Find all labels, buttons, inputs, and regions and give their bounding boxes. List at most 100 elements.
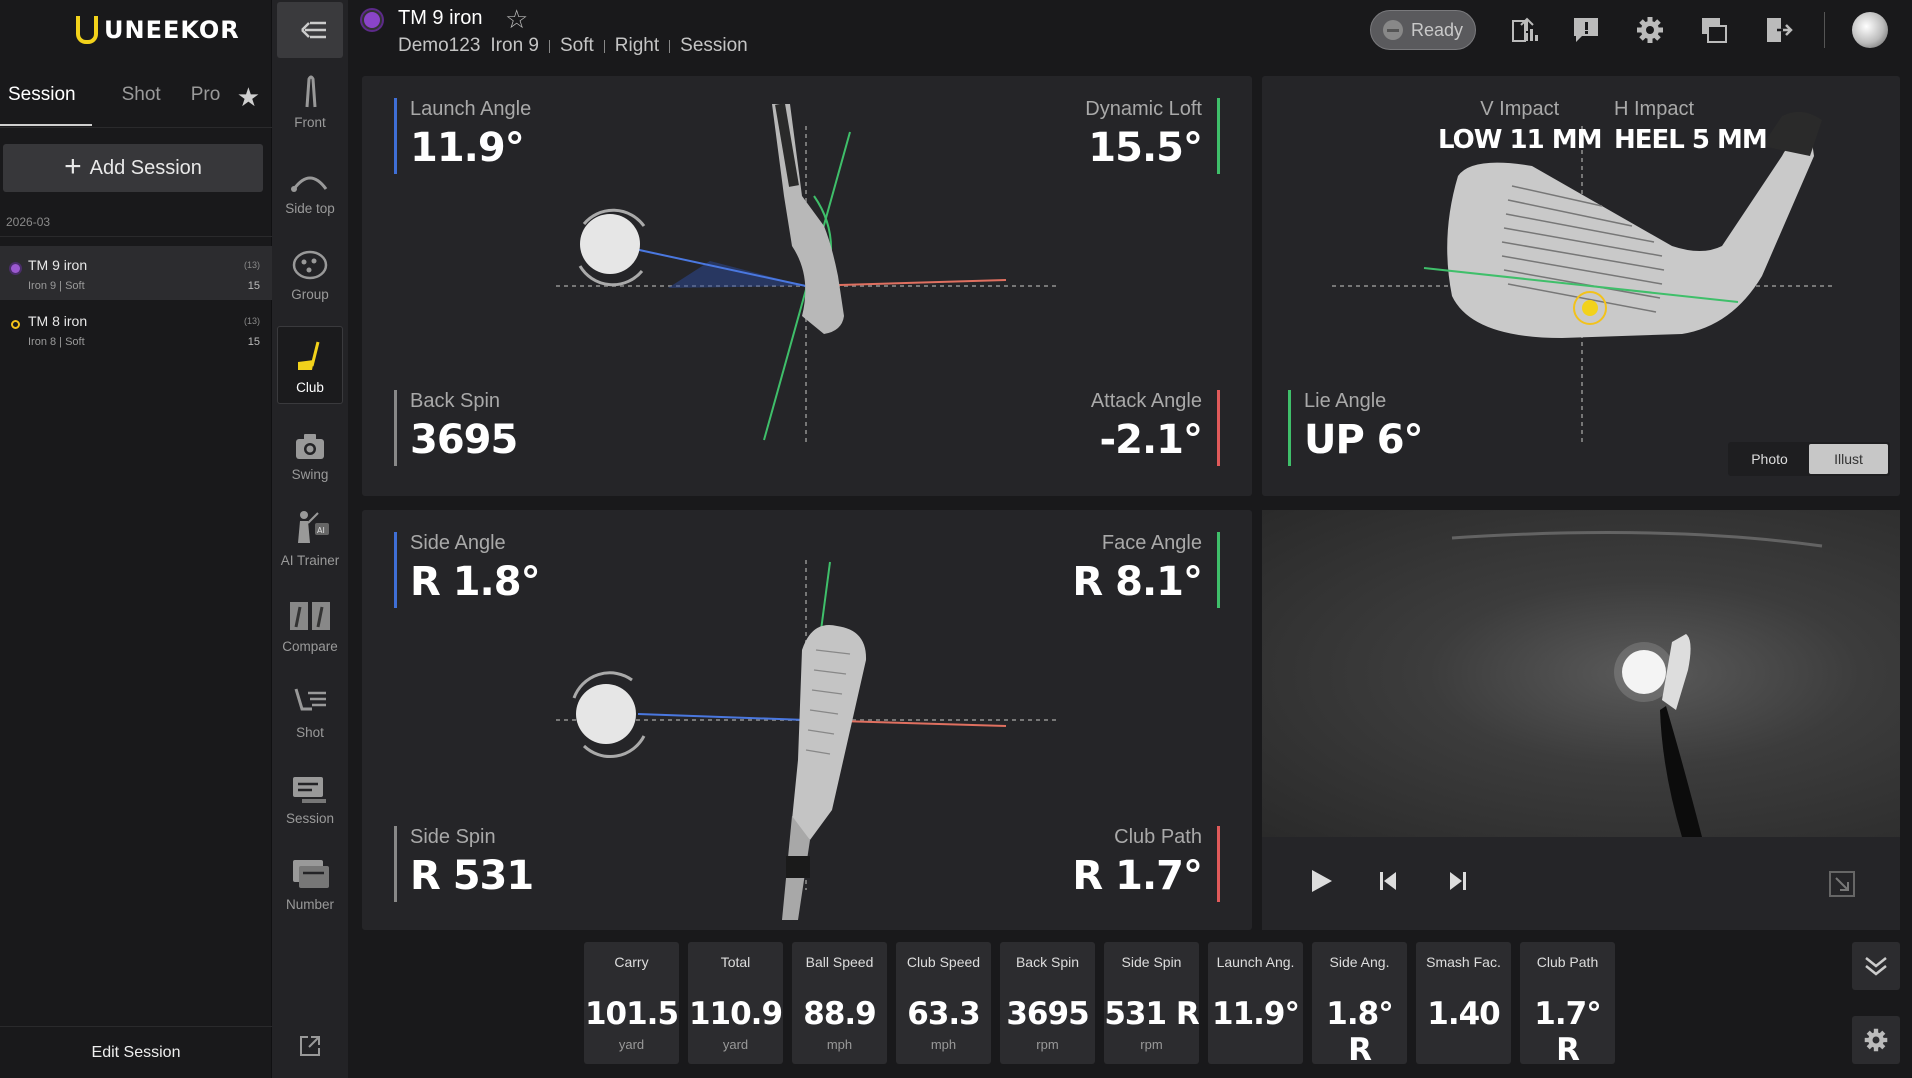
favorite-star-icon[interactable]: ☆ [505,4,528,35]
side-spin-value: R 531 [410,853,534,899]
session-detail: Iron 8 | Soft [28,336,85,348]
rail-swing[interactable]: Swing [277,412,343,490]
stat-club-path: Club Path 1.7° R [1520,942,1615,1068]
rail-club[interactable]: Club [277,326,343,404]
v-impact-metric: V Impact LOW 11 MM [1438,98,1602,155]
session-dot-icon [11,320,20,329]
shot-stats-bar: Carry 101.5 yard Total 110.9 yard Ball Speed… [584,942,1615,1068]
stat-unit: yard [618,1037,645,1052]
shot-breadcrumb: Demo123 Iron 9 Soft Right Session [398,35,748,57]
favorites-star-icon[interactable]: ★ [237,82,260,113]
previous-frame-button[interactable] [1378,868,1400,899]
rail-ai-trainer[interactable]: AI AI Trainer [277,498,343,576]
attack-angle-metric: Attack Angle -2.1° [1091,390,1203,463]
session-shot-count: 15 [247,336,260,348]
rail-group[interactable]: Group [277,232,343,310]
edit-session-button[interactable]: Edit Session [0,1026,272,1078]
ball-type: Soft [559,35,594,56]
h-impact-value: HEEL 5 MM [1614,125,1768,155]
rail-label: Session [285,811,335,826]
launch-angle-bar [394,98,397,174]
rail-side-top[interactable]: Side top [277,146,343,224]
club-side-view-panel: Launch Angle 11.9° Dynamic Loft 15.5° Ba… [362,76,1252,496]
tab-pro[interactable]: Pro [191,80,221,126]
stat-smash-factor: Smash Fac. 1.40 [1416,942,1511,1064]
club-name: Iron 9 [490,35,539,56]
stat-label: Launch Ang. [1216,954,1295,970]
rail-shot[interactable]: Shot [277,670,343,748]
feedback-button[interactable] [1570,14,1602,46]
rail-number[interactable]: Number [277,842,343,920]
stat-value: 1.7° R [1534,996,1601,1068]
side-angle-value: R 1.8° [410,559,541,605]
photo-view-button[interactable]: Photo [1730,444,1809,474]
side-spin-metric: Side Spin R 531 [410,826,534,899]
session-item[interactable]: TM 8 iron Iron 8 | Soft (13) 15 [0,302,272,356]
stat-carry: Carry 101.5 yard [584,942,679,1064]
brand-name: UNEEKOR [104,16,240,44]
stat-value: 110.9 [688,996,783,1032]
gear-icon [1637,17,1663,43]
collapse-panel-button[interactable] [277,2,343,58]
rail-session[interactable]: Session [277,756,343,834]
stat-value: 11.9° [1212,996,1300,1032]
report-icon [1512,17,1538,42]
impact-view-panel: V Impact LOW 11 MM H Impact HEEL 5 MM Li… [1262,76,1900,496]
illust-view-button[interactable]: Illust [1809,444,1888,474]
next-frame-button[interactable] [1446,868,1468,899]
stat-label: Side Spin [1121,954,1182,970]
dynamic-loft-bar [1217,98,1220,174]
stat-total: Total 110.9 yard [688,942,783,1064]
session-date: 2026-03 [6,215,51,229]
expand-icon [1829,871,1855,897]
session-panel: UNEEKOR Session Shot Pro ★ + Add Session… [0,0,272,1078]
session-item[interactable]: TM 9 iron Iron 9 | Soft (13) 15 [0,246,272,300]
tab-session[interactable]: Session [0,80,92,126]
session-dot-icon [11,264,20,273]
club-top-view-panel: Side Angle R 1.8° Face Angle R 8.1° Side… [362,510,1252,930]
user-avatar[interactable] [1852,12,1888,48]
export-report-button[interactable] [1508,14,1540,46]
lie-angle-metric: Lie Angle UP 6° [1304,390,1424,463]
stat-label: Side Ang. [1329,954,1390,970]
lie-angle-label: Lie Angle [1304,390,1387,412]
rail-compare[interactable]: Compare [277,584,343,662]
impact-video-frame[interactable] [1262,510,1900,837]
settings-button[interactable] [1634,14,1666,46]
shot-list-icon [294,688,326,711]
fullscreen-button[interactable] [1828,870,1856,903]
session-name: TM 9 iron [28,257,88,273]
session-color-dot-icon [362,10,382,30]
status-text: Ready [1410,19,1464,40]
dynamic-loft-value: 15.5° [1088,125,1203,171]
status-badge: Ready [1370,10,1476,50]
window-layout-button[interactable] [1698,14,1730,46]
face-angle-value: R 8.1° [1072,559,1203,605]
add-session-button[interactable]: + Add Session [3,144,263,192]
alert-message-icon [1574,18,1598,42]
club-path-value: R 1.7° [1072,853,1203,899]
play-button[interactable] [1308,868,1334,899]
external-window-button[interactable] [298,1034,322,1063]
v-impact-label: V Impact [1480,98,1560,120]
step-forward-icon [1450,872,1466,890]
stat-side-spin: Side Spin 531 R rpm [1104,942,1200,1064]
rail-front[interactable]: Front [277,60,343,138]
collapse-stats-button[interactable] [1852,942,1900,990]
rail-label: Front [294,115,326,130]
stats-settings-button[interactable] [1852,1016,1900,1064]
stat-value: 88.9 [803,996,877,1032]
add-session-label: Add Session [89,156,202,179]
step-back-icon [1380,872,1396,890]
stat-label: Total [720,954,751,970]
face-angle-bar [1217,532,1220,608]
back-spin-metric: Back Spin 3695 [410,390,518,463]
top-header: TM 9 iron ☆ Demo123 Iron 9 Soft Right Se… [348,0,1912,72]
v-impact-value: LOW 11 MM [1438,125,1602,155]
tab-shot[interactable]: Shot [122,80,161,126]
launch-angle-label: Launch Angle [410,98,532,120]
group-icon [292,250,328,280]
exit-button[interactable] [1762,14,1794,46]
stat-value: 1.40 [1427,996,1501,1032]
stat-label: Club Path [1536,954,1599,970]
